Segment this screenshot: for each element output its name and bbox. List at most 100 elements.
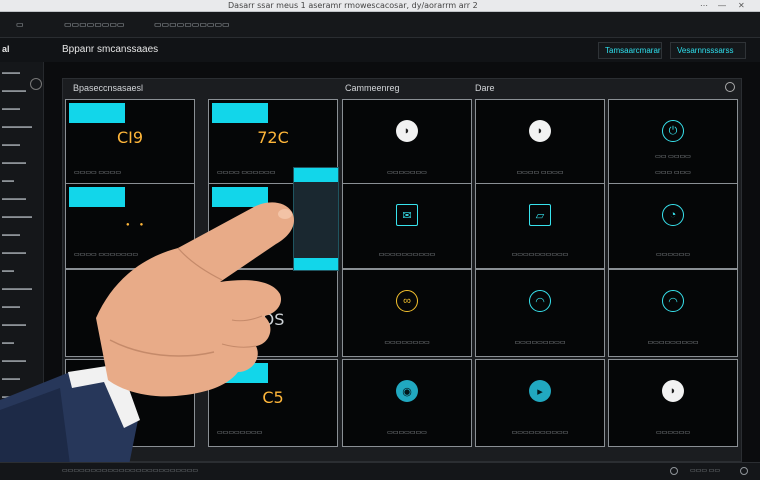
sidebar-item[interactable]: ▬▬▬ [2, 304, 38, 310]
tile-label: ▭▭▭▭▭▭▭▭▭ [514, 340, 566, 346]
sidebar-item[interactable]: ▬▬▬▬ [2, 196, 38, 202]
app-logo: al [2, 44, 10, 54]
device-tile[interactable] [65, 359, 195, 447]
device-tile[interactable]: ●● ▭▭▭▭ ▭▭▭▭▭▭▭ [65, 183, 195, 269]
sidebar-item[interactable]: ▬▬▬▬▬ [2, 286, 38, 292]
tile-sublabel: ▭▭ ▭▭▭▭ [655, 154, 691, 160]
tile-label: ▭▭▭▭▭▭▭▭ [217, 430, 263, 436]
device-grid: CI9 ▭▭▭▭ ▭▭▭▭ 72C ▭▭▭▭ ▭▭▭▭▭▭ ◗ ▭▭▭▭▭▭▭ ◗ ▭▭▭▭ … [63, 97, 743, 451]
settings-icon[interactable] [670, 467, 678, 475]
sidebar-item[interactable]: ▬▬▬▬ [2, 322, 38, 328]
wifi-icon: ◠ [529, 290, 551, 312]
status-right-text: ▭▭▭ ▭▭ [690, 468, 721, 474]
tile-label: ▭▭▭▭▭▭▭▭▭▭ [511, 252, 569, 258]
sidebar-item[interactable]: ▬▬▬ [2, 412, 38, 418]
device-tile[interactable]: ✉ ▭▭▭▭▭▭▭▭▭▭ [342, 183, 472, 269]
wifi-icon: ◠ [662, 290, 684, 312]
device-tile[interactable] [65, 269, 195, 357]
sidebar-item[interactable]: ▬▬▬ [2, 232, 38, 238]
toggle-icon: ◗ [662, 380, 684, 402]
info-icon[interactable] [740, 467, 748, 475]
target-icon: ◉ [396, 380, 418, 402]
sidebar-item[interactable]: ▬▬▬▬ [2, 160, 38, 166]
tab-3[interactable]: ▭▭▭▭▭▭▭▭▭▭ [148, 17, 236, 33]
app-header: al Bppanr smcanssaaes Tamsaarcmarar Vesa… [0, 38, 760, 62]
device-tile[interactable]: ◗ ▭▭▭▭ ▭▭▭▭ [475, 99, 605, 187]
play-icon: ▸ [529, 380, 551, 402]
sidebar-item[interactable]: ▬▬▬▬ [2, 88, 38, 94]
device-tile[interactable]: OS [208, 269, 338, 357]
device-tile[interactable]: ◗ ▭▭▭▭▭▭▭ [342, 99, 472, 187]
url-text[interactable]: Dasarr ssar meus 1 aseramr rmowescacosar… [228, 1, 478, 10]
device-tile[interactable]: ◗ ▭▭▭▭▭▭ [608, 359, 738, 447]
panel-heading-1: Bpaseccnsasaesl [73, 83, 144, 93]
sidebar-item[interactable]: ▬▬ [2, 268, 38, 274]
tile-highlight-bar [212, 187, 268, 207]
overlay-top-bar [294, 168, 338, 182]
device-tile[interactable]: ∞ ▭▭▭▭▭▭▭▭ [342, 269, 472, 357]
sidebar-item[interactable]: ▬▬▬ [2, 142, 38, 148]
tab-bar: ▭ ▭▭▭▭▭▭▭▭ ▭▭▭▭▭▭▭▭▭▭ [0, 12, 760, 38]
power-icon: ⏻ [662, 120, 684, 142]
toggle-icon: ◗ [529, 120, 551, 142]
tile-label: ▭▭▭▭▭▭▭ [387, 170, 427, 176]
sidebar-item[interactable]: ▬▬▬▬▬ [2, 394, 38, 400]
device-tile[interactable]: ◠ ▭▭▭▭▭▭▭▭▭ [475, 269, 605, 357]
drop-icon: ◔ [662, 204, 684, 226]
tile-label: ▭▭▭▭ ▭▭▭▭ [74, 170, 122, 176]
main-panel: Bpaseccnsasaesl Cammeenreg Dare CI9 ▭▭▭▭ … [62, 78, 742, 462]
sidebar-item[interactable]: ▬▬▬▬ [2, 250, 38, 256]
tile-label: ▭▭▭▭▭▭▭▭▭▭ [378, 252, 436, 258]
device-tile[interactable]: ◉ ▭▭▭▭▭▭▭ [342, 359, 472, 447]
device-tile[interactable]: C5 ▭▭▭▭▭▭▭▭ [208, 359, 338, 447]
device-tile[interactable]: ◠ ▭▭▭▭▭▭▭▭▭ [608, 269, 738, 357]
device-tile[interactable]: ⏻ ▭▭▭ ▭▭▭ ▭▭ ▭▭▭▭ [608, 99, 738, 187]
link-icon: ∞ [396, 290, 418, 312]
panel-heading-3: Dare [475, 83, 495, 93]
sidebar-item[interactable]: ▬▬▬▬▬ [2, 214, 38, 220]
more-icon[interactable]: ⋯ [700, 1, 708, 10]
mail-icon: ✉ [396, 204, 418, 226]
status-text: ▭▭▭▭▭▭▭▭▭▭▭▭▭▭▭▭▭▭▭▭▭▭▭▭ [62, 468, 199, 474]
tile-label: ▭▭▭▭ ▭▭▭▭▭▭▭ [74, 252, 139, 258]
toggle-icon: ◗ [396, 120, 418, 142]
tile-value: OS [261, 310, 285, 329]
drag-overlay[interactable] [293, 167, 339, 271]
tile-label: ▭▭▭▭ ▭▭▭▭ [516, 170, 564, 176]
device-tile[interactable]: ▸ ▭▭▭▭▭▭▭▭▭▭ [475, 359, 605, 447]
sidebar-item[interactable]: ▬▬▬▬▬ [2, 124, 38, 130]
panel-close-icon[interactable] [725, 82, 735, 92]
tile-label: ▭▭▭▭▭▭▭▭▭ [647, 340, 699, 346]
tab-2[interactable]: ▭▭▭▭▭▭▭▭ [58, 17, 130, 33]
browser-address-bar: Dasarr ssar meus 1 aseramr rmowescacosar… [0, 0, 760, 12]
device-tile[interactable]: ▱ ▭▭▭▭▭▭▭▭▭▭ [475, 183, 605, 269]
tab-1[interactable]: ▭ [10, 17, 30, 33]
sidebar-item[interactable]: ▬▬▬ [2, 106, 38, 112]
sidebar-item[interactable]: ▬▬ [2, 340, 38, 346]
sidebar-item[interactable]: ▬▬▬ [2, 376, 38, 382]
close-icon[interactable]: ✕ [738, 1, 745, 10]
tile-highlight-bar [212, 103, 268, 123]
tile-value: C5 [262, 388, 284, 407]
folder-icon: ▱ [529, 204, 551, 226]
panel-header: Bpaseccnsasaesl Cammeenreg Dare [63, 79, 741, 97]
tile-highlight-bar [69, 187, 125, 207]
tile-label: ▭▭▭▭▭▭▭▭▭▭ [511, 430, 569, 436]
tile-label: ▭▭▭ ▭▭▭ [655, 170, 691, 176]
sidebar-item[interactable]: ▬▬▬▬ [2, 358, 38, 364]
status-dots: ●● [126, 222, 154, 228]
minimize-icon[interactable]: — [718, 1, 726, 10]
header-button-secondary[interactable]: Vesarnnsssarss [670, 42, 746, 59]
tile-label: ▭▭▭▭▭▭▭▭ [384, 340, 430, 346]
device-tile[interactable]: CI9 ▭▭▭▭ ▭▭▭▭ [65, 99, 195, 187]
page-title: Bppanr smcanssaaes [62, 44, 159, 55]
panel-heading-2: Cammeenreg [345, 83, 400, 93]
tile-highlight-bar [212, 363, 268, 383]
sidebar: ▬▬▬ ▬▬▬▬ ▬▬▬ ▬▬▬▬▬ ▬▬▬ ▬▬▬▬ ▬▬ ▬▬▬▬ ▬▬▬▬▬ ▬▬▬ ▬▬▬▬… [0, 62, 44, 480]
device-tile[interactable]: ◔ ▭▭▭▭▭▭ [608, 183, 738, 269]
tile-label: ▭▭▭▭▭▭ [655, 430, 690, 436]
header-button-primary[interactable]: Tamsaarcmarar [598, 42, 662, 59]
sidebar-item[interactable]: ▬▬▬ [2, 70, 38, 76]
tile-label: ▭▭▭▭▭▭▭ [387, 430, 427, 436]
sidebar-item[interactable]: ▬▬ [2, 178, 38, 184]
